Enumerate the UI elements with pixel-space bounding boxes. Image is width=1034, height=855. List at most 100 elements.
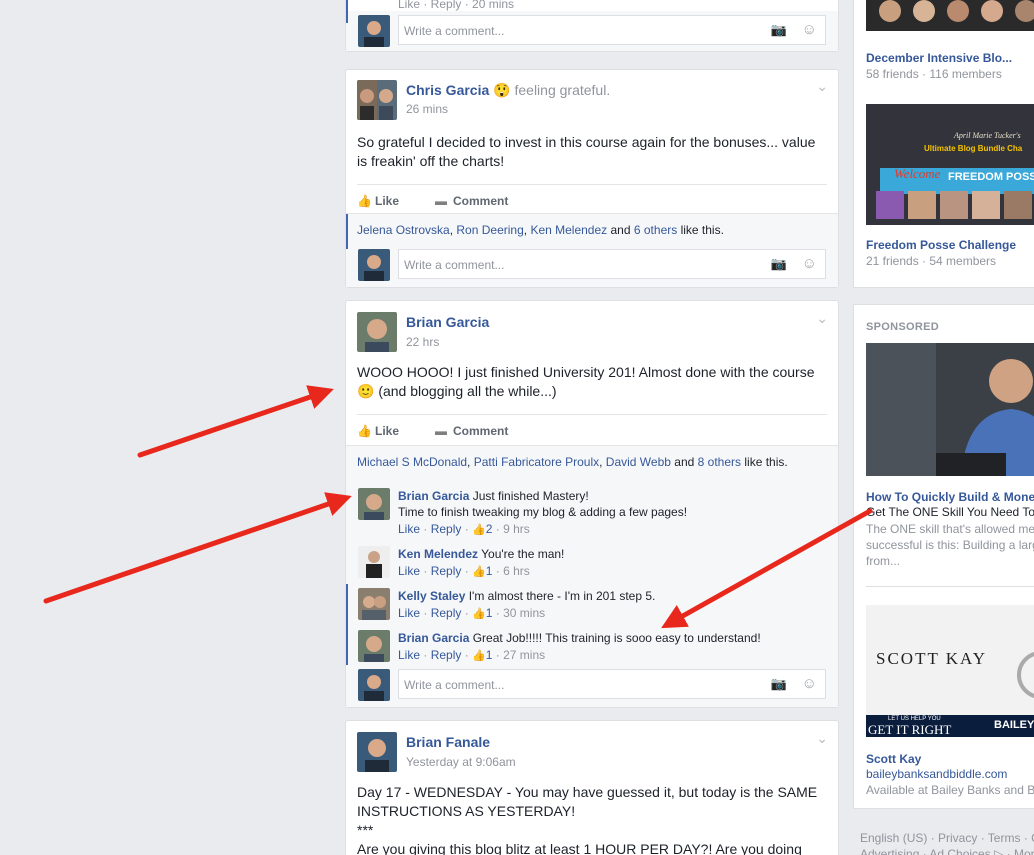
comment-meta: Like · Reply · 👍1 · 30 mins — [398, 606, 546, 620]
post-card: Chris Garcia 😲 feeling grateful. 26 mins… — [345, 69, 839, 288]
comment-button[interactable]: ▬ Comment — [435, 194, 508, 208]
comment-input[interactable]: Write a comment... 📷 ☺ — [398, 669, 826, 699]
chevron-down-icon[interactable]: ⌄ — [816, 78, 828, 95]
comment-meta: Like · Reply · 👍1 · 6 hrs — [398, 564, 530, 578]
chevron-down-icon[interactable]: ⌄ — [816, 730, 828, 747]
camera-icon[interactable]: 📷 — [771, 256, 787, 272]
comment-like-link[interactable]: Like — [398, 648, 420, 662]
ad-image[interactable]: SCOTT KAY LET US HELP YOU GET IT RIGHT B… — [866, 605, 1034, 737]
thumbs-up-icon: 👍 — [472, 566, 486, 578]
comment-area: Write a comment... 📷 ☺ — [346, 0, 838, 51]
banner-text: Welcome — [894, 166, 941, 181]
ring-image — [1017, 652, 1034, 698]
comment-like-count[interactable]: 1 — [486, 564, 493, 578]
ad-title[interactable]: How To Quickly Build & Mone — [866, 490, 1034, 504]
post-actions: 👍 Like ▬ Comment — [357, 414, 827, 446]
comment-text: I'm almost there - I'm in 201 step 5. — [468, 589, 656, 603]
comment-like-count[interactable]: 1 — [486, 648, 493, 662]
comment-author[interactable]: Ken Melendez — [398, 547, 478, 561]
author-name[interactable]: Brian Garcia — [406, 314, 489, 330]
feeling-emoji-icon: 😲 — [493, 82, 511, 98]
avatar[interactable] — [358, 546, 390, 578]
comment-time[interactable]: 30 mins — [503, 606, 545, 620]
avatar[interactable] — [357, 312, 397, 352]
comment-reply-link[interactable]: Reply — [431, 564, 462, 578]
like-button[interactable]: 👍 Like — [357, 424, 399, 438]
comment-meta: Like · Reply · 👍1 · 27 mins — [398, 648, 546, 662]
comment-author[interactable]: Brian Garcia — [398, 489, 469, 503]
timestamp[interactable]: 22 hrs — [406, 335, 439, 349]
author-name[interactable]: Brian Fanale — [406, 734, 490, 750]
like-button[interactable]: 👍 Like — [357, 194, 399, 208]
ad-subtitle[interactable]: Get The ONE Skill You Need To — [866, 505, 1034, 519]
comment-text: Great Job!!!!! This training is sooo eas… — [472, 631, 761, 645]
post-text: WOOO HOOO! I just finished University 20… — [357, 364, 815, 399]
camera-icon[interactable]: 📷 — [771, 676, 787, 692]
comment-reply-link[interactable]: Reply — [431, 522, 462, 536]
avatar[interactable] — [358, 488, 390, 520]
thumbs-up-icon: 👍 — [472, 650, 486, 662]
thumbs-up-icon: 👍 — [472, 608, 486, 620]
avatar[interactable] — [358, 249, 390, 281]
post-header: Brian Fanale Yesterday at 9:06am ⌄ — [346, 730, 838, 780]
emoji-icon[interactable]: ☺ — [802, 21, 817, 38]
comment-area: Michael S McDonald, Patti Fabricatore Pr… — [346, 445, 838, 707]
comment-meta: Like · Reply · 👍2 · 9 hrs — [398, 522, 530, 536]
timestamp[interactable]: 26 mins — [406, 102, 448, 116]
comment-reply-link[interactable]: Reply — [431, 648, 462, 662]
comment-reply-link[interactable]: Reply — [431, 606, 462, 620]
ad-banner: LET US HELP YOU GET IT RIGHT BAILEY — [866, 715, 1034, 737]
emoji-icon[interactable]: ☺ — [802, 675, 817, 692]
group-meta: 21 friends · 54 members — [866, 254, 997, 268]
banner-text: April Marie Tucker's — [954, 131, 1021, 140]
timestamp[interactable]: Yesterday at 9:06am — [406, 755, 516, 769]
ad-image[interactable] — [866, 343, 1034, 476]
comment-like-link[interactable]: Like — [398, 606, 420, 620]
comment-time[interactable]: 27 mins — [503, 648, 545, 662]
group-title[interactable]: Freedom Posse Challenge — [866, 238, 1016, 252]
group-title[interactable]: December Intensive Blo... — [866, 51, 1012, 65]
comment-like-count[interactable]: 1 — [486, 606, 493, 620]
ad-link[interactable]: baileybanksandbiddle.com — [866, 767, 1007, 781]
banner-text: Ultimate Blog Bundle Cha — [924, 144, 1023, 153]
avatar[interactable] — [357, 80, 397, 120]
comment-like-count[interactable]: 2 — [486, 522, 493, 536]
comment-author[interactable]: Brian Garcia — [398, 631, 469, 645]
comment-icon: ▬ — [435, 194, 447, 208]
comment-text: Just finished Mastery! — [472, 489, 589, 503]
comment-time[interactable]: 6 hrs — [503, 564, 530, 578]
avatar[interactable] — [358, 15, 390, 47]
footer-links: English (US) · Privacy · Terms · C Adver… — [860, 831, 1034, 855]
post-header: Chris Garcia 😲 feeling grateful. 26 mins… — [346, 78, 838, 128]
post-text: So grateful I decided to invest in this … — [357, 134, 816, 169]
comment-meta-partial: Like · Reply · 20 mins — [398, 0, 515, 11]
comment-text-line2: Time to finish tweaking my blog & adding… — [398, 505, 688, 519]
comment-button[interactable]: ▬ Comment — [435, 424, 508, 438]
avatar[interactable] — [357, 732, 397, 772]
emoji-icon[interactable]: ☺ — [802, 255, 817, 272]
group-cover-photo[interactable]: April Marie Tucker's Ultimate Blog Bundl… — [866, 104, 1034, 225]
comment-input[interactable]: Write a comment... 📷 ☺ — [398, 15, 826, 45]
arrow-to-post — [137, 385, 334, 458]
thumbs-up-icon: 👍 — [357, 424, 372, 438]
likes-summary: Jelena Ostrovska, Ron Deering, Ken Melen… — [357, 223, 724, 237]
group-cover-photo[interactable] — [866, 0, 1034, 31]
comment-author[interactable]: Kelly Staley — [398, 589, 465, 603]
comment-text: You're the man! — [481, 547, 565, 561]
avatar[interactable] — [358, 588, 390, 620]
post-card-top-partial: Like · Reply · 20 mins Write a comment..… — [345, 0, 839, 52]
ad-title[interactable]: Scott Kay — [866, 752, 921, 766]
thread-bar — [346, 584, 348, 665]
post-card: Brian Garcia 22 hrs ⌄ WOOO HOOO! I just … — [345, 300, 839, 708]
camera-icon[interactable]: 📷 — [771, 22, 787, 38]
comment-input[interactable]: Write a comment... 📷 ☺ — [398, 249, 826, 279]
author-name[interactable]: Chris Garcia — [406, 82, 489, 98]
divider — [866, 586, 1034, 587]
comment-like-link[interactable]: Like — [398, 522, 420, 536]
thread-bar — [346, 214, 348, 249]
avatar[interactable] — [358, 669, 390, 701]
comment-time[interactable]: 9 hrs — [503, 522, 530, 536]
chevron-down-icon[interactable]: ⌄ — [816, 310, 828, 327]
avatar[interactable] — [358, 630, 390, 662]
comment-like-link[interactable]: Like — [398, 564, 420, 578]
